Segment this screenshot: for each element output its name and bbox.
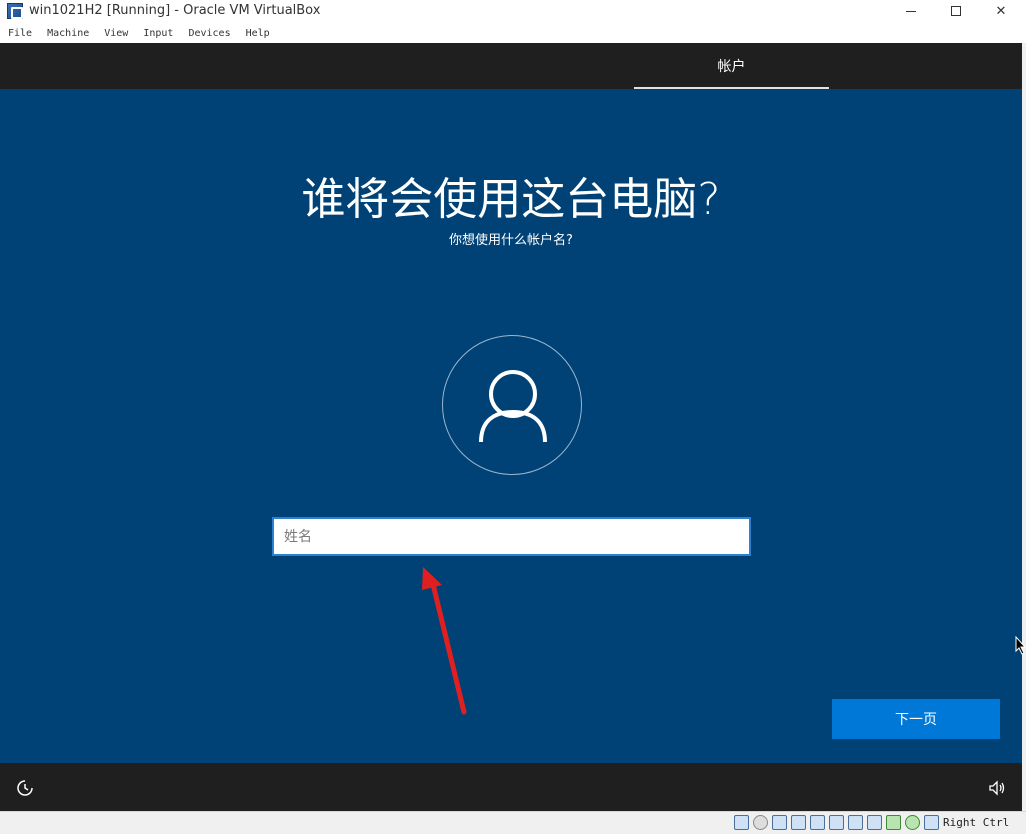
- minimize-button[interactable]: [888, 0, 934, 22]
- usb-icon[interactable]: [810, 815, 825, 830]
- close-button[interactable]: ✕: [978, 0, 1024, 22]
- maximize-button[interactable]: [933, 0, 979, 22]
- oobe-bottom-bar: [0, 763, 1022, 811]
- tab-account: 帐户: [717, 59, 746, 75]
- cpu-icon[interactable]: [886, 815, 901, 830]
- recording-icon[interactable]: [867, 815, 882, 830]
- user-avatar: [442, 335, 582, 475]
- close-icon: ✕: [995, 3, 1007, 19]
- virtualbox-app-icon: [7, 3, 23, 19]
- menu-view[interactable]: View: [104, 28, 128, 39]
- user-avatar-icon: [479, 370, 547, 443]
- vm-display[interactable]: 帐户 谁将会使用这台电脑? 你想使用什么帐户名? 下一页: [0, 43, 1022, 811]
- menu-input[interactable]: Input: [143, 28, 173, 39]
- menu-file[interactable]: File: [8, 28, 32, 39]
- mouse-integration-icon[interactable]: [905, 815, 920, 830]
- optical-icon[interactable]: [753, 815, 768, 830]
- annotation-arrow: [422, 567, 467, 715]
- ease-of-access-icon[interactable]: [16, 779, 34, 797]
- mouse-cursor-icon: [1015, 636, 1026, 655]
- maximize-icon: [951, 6, 961, 16]
- window-border: [1022, 43, 1026, 811]
- menu-machine[interactable]: Machine: [47, 28, 89, 39]
- minimize-icon: [906, 10, 916, 12]
- page-title: 谁将会使用这台电脑?: [301, 174, 721, 225]
- next-button[interactable]: 下一页: [832, 699, 1000, 739]
- network-icon[interactable]: [791, 815, 806, 830]
- tab-account-underline: [634, 87, 829, 89]
- audio-icon[interactable]: [772, 815, 787, 830]
- host-key-label: Right Ctrl: [943, 816, 1010, 829]
- display-icon[interactable]: [848, 815, 863, 830]
- menu-devices[interactable]: Devices: [188, 28, 230, 39]
- username-input[interactable]: [272, 517, 751, 556]
- window-title: win1021H2 [Running] - Oracle VM VirtualB…: [29, 3, 321, 18]
- harddisk-icon[interactable]: [734, 815, 749, 830]
- menu-bar: File Machine View Input Devices Help: [0, 24, 1026, 43]
- window-titlebar: win1021H2 [Running] - Oracle VM VirtualB…: [0, 0, 1026, 22]
- keyboard-icon[interactable]: [924, 815, 939, 830]
- oobe-top-bar: 帐户: [0, 43, 1022, 89]
- volume-icon[interactable]: [988, 779, 1006, 797]
- vbox-status-bar: Right Ctrl: [0, 811, 1026, 834]
- page-subtitle: 你想使用什么帐户名?: [449, 233, 573, 248]
- shared-folders-icon[interactable]: [829, 815, 844, 830]
- menu-help[interactable]: Help: [246, 28, 270, 39]
